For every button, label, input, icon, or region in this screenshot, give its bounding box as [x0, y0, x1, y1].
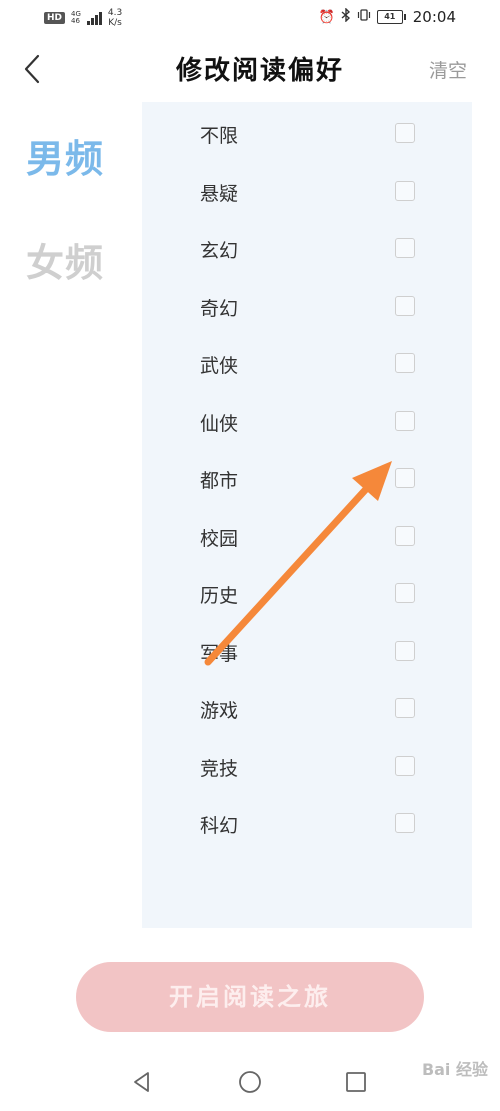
genre-label: 奇幻 [200, 298, 239, 320]
genre-label: 历史 [200, 585, 239, 607]
genre-label: 武侠 [200, 355, 239, 377]
genre-row[interactable]: 不限 [142, 115, 472, 155]
genre-label: 不限 [200, 125, 239, 147]
genre-label: 悬疑 [200, 183, 239, 205]
hd-badge: HD [44, 12, 66, 24]
genre-row[interactable]: 历史 [142, 575, 472, 615]
genre-row[interactable]: 都市 [142, 460, 472, 500]
signal-icon [86, 11, 102, 25]
genre-checkbox[interactable] [395, 526, 415, 546]
nav-recent-apps-icon[interactable] [344, 1070, 368, 1094]
vibrate-icon [357, 8, 371, 26]
status-time: 20:04 [412, 8, 456, 26]
status-bar: HD 4G 46 4.3 K/s ⏰ 41 20:04 [0, 0, 500, 34]
baidu-watermark: Bai 经验 [421, 1060, 488, 1079]
clear-button[interactable]: 清空 [429, 56, 467, 83]
genre-checkbox[interactable] [395, 468, 415, 488]
nav-home-icon[interactable] [238, 1070, 262, 1094]
genre-checkbox[interactable] [395, 641, 415, 661]
genre-label: 仙侠 [200, 413, 239, 435]
genre-row[interactable]: 悬疑 [142, 173, 472, 213]
genre-row[interactable]: 玄幻 [142, 230, 472, 270]
genre-label: 玄幻 [200, 240, 239, 262]
alarm-icon: ⏰ [318, 9, 335, 25]
genre-row[interactable]: 校园 [142, 518, 472, 558]
genre-checkbox[interactable] [395, 296, 415, 316]
genre-panel: 不限 悬疑 玄幻 奇幻 武侠 仙侠 都市 校园 历史 军事 游戏 竞技 科幻 [142, 102, 472, 928]
genre-row[interactable]: 仙侠 [142, 403, 472, 443]
battery-icon: 41 [376, 10, 406, 24]
network-type-bottom: 46 [71, 17, 80, 25]
genre-label: 军事 [200, 643, 239, 665]
page-title: 修改阅读偏好 [175, 56, 344, 86]
tab-male[interactable]: 男频 [26, 128, 104, 183]
tab-female[interactable]: 女频 [26, 232, 104, 287]
network-type: 4G 46 [71, 11, 81, 25]
genre-checkbox[interactable] [395, 181, 415, 201]
genre-label: 竞技 [200, 758, 239, 780]
genre-checkbox[interactable] [395, 583, 415, 603]
genre-checkbox[interactable] [395, 698, 415, 718]
genre-checkbox[interactable] [395, 238, 415, 258]
genre-label: 游戏 [200, 700, 239, 722]
status-right: ⏰ 41 20:04 [318, 7, 456, 26]
genre-checkbox[interactable] [395, 123, 415, 143]
genre-row[interactable]: 武侠 [142, 345, 472, 385]
genre-checkbox[interactable] [395, 353, 415, 373]
genre-row[interactable]: 奇幻 [142, 288, 472, 328]
genre-label: 校园 [200, 528, 239, 550]
genre-row[interactable]: 游戏 [142, 690, 472, 730]
genre-label: 都市 [200, 470, 239, 492]
genre-checkbox[interactable] [395, 756, 415, 776]
genre-checkbox[interactable] [395, 813, 415, 833]
genre-label: 科幻 [200, 815, 239, 837]
network-speed-unit: K/s [108, 18, 122, 28]
genre-row[interactable]: 科幻 [142, 805, 472, 845]
nav-back-icon[interactable] [130, 1070, 154, 1094]
status-left: HD 4G 46 4.3 K/s [44, 8, 122, 28]
start-reading-button[interactable]: 开启阅读之旅 [76, 962, 424, 1032]
network-speed-value: 4.3 [107, 8, 123, 18]
network-speed: 4.3 K/s [108, 8, 122, 28]
genre-row[interactable]: 竞技 [142, 748, 472, 788]
genre-checkbox[interactable] [395, 411, 415, 431]
genre-row[interactable]: 军事 [142, 633, 472, 673]
bluetooth-icon [341, 7, 351, 26]
